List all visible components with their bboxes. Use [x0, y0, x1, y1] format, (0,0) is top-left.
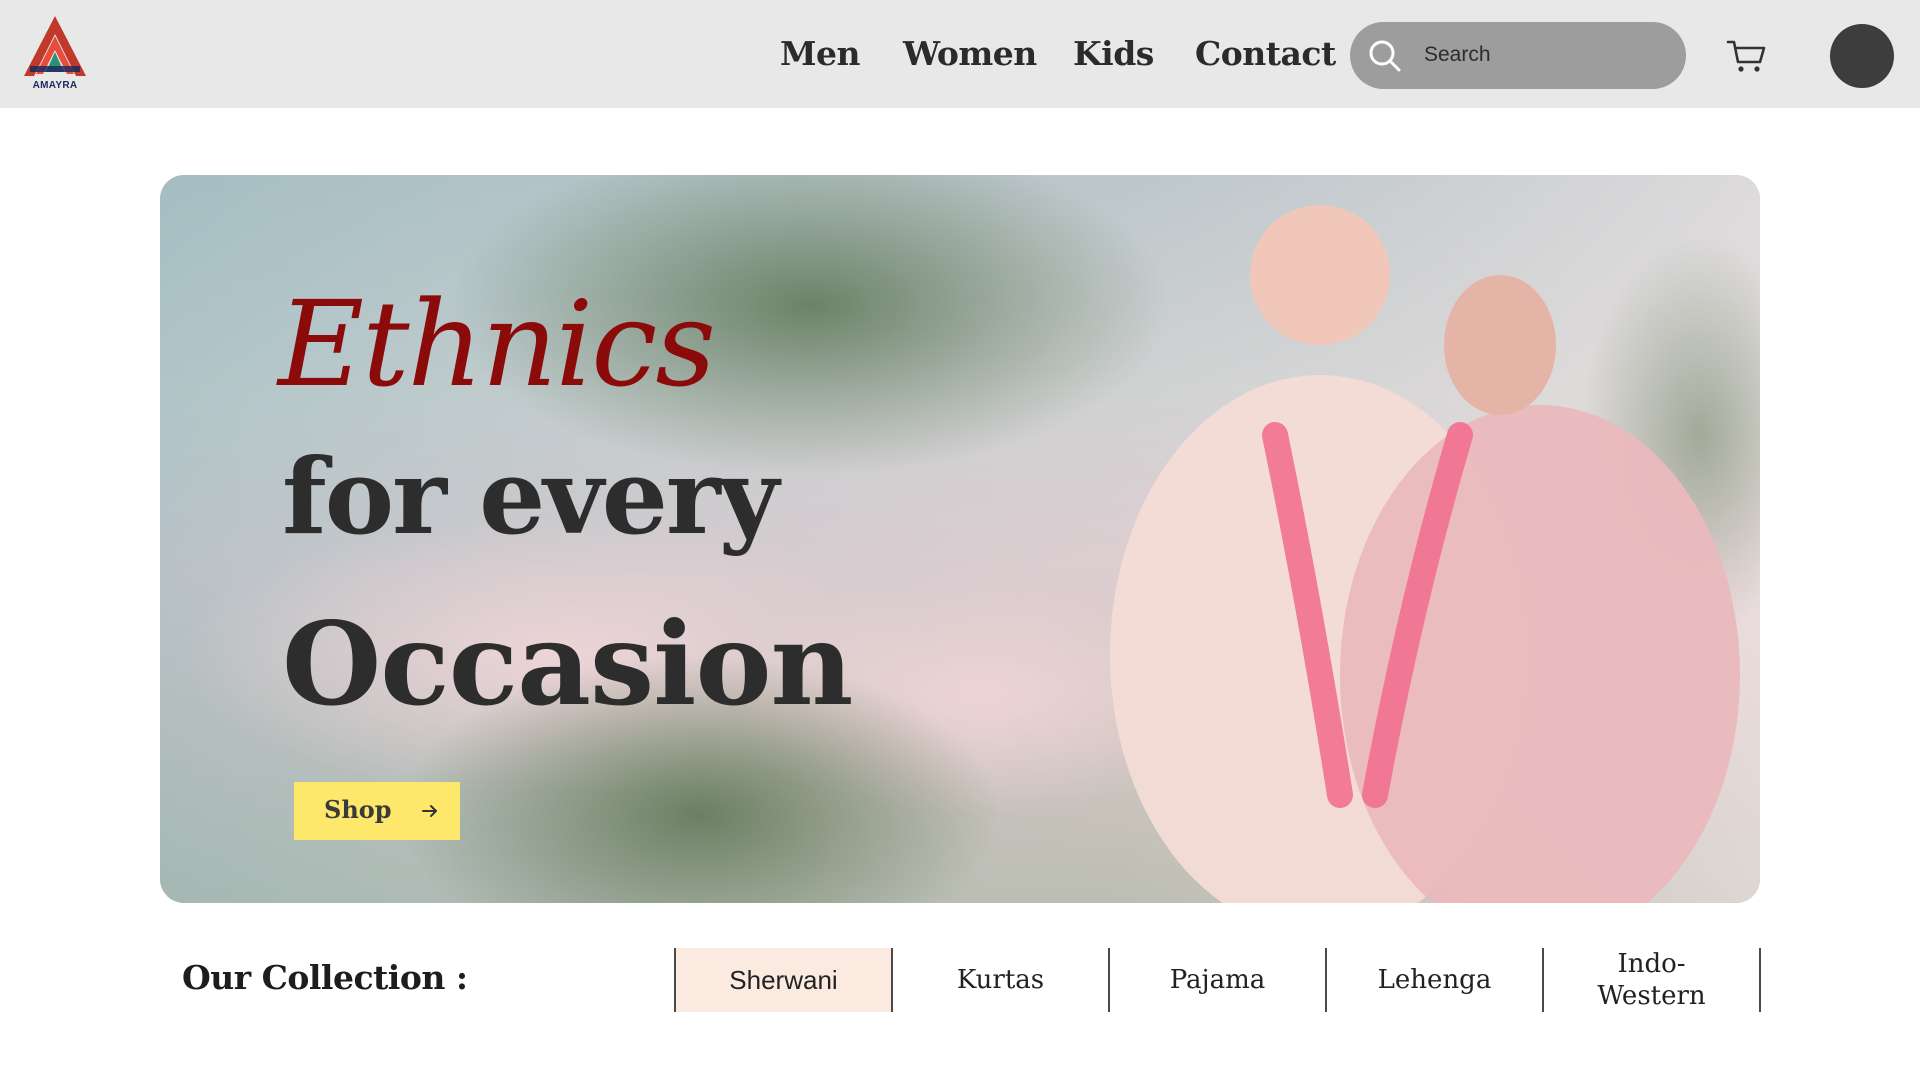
tab-sherwani[interactable]: Sherwani — [674, 948, 891, 1012]
hero-title-line-3: Occasion — [282, 597, 853, 731]
hero-banner: Ethnics for every Occasion Shop — [160, 175, 1760, 903]
search-icon[interactable] — [1368, 39, 1402, 73]
tab-pajama[interactable]: Pajama — [1108, 948, 1325, 1012]
arrow-right-icon — [422, 805, 437, 817]
shop-button-label: Shop — [324, 795, 392, 824]
nav-contact[interactable]: Contact — [1195, 34, 1336, 73]
brand-name: AMAYRA — [32, 80, 78, 91]
tab-lehenga[interactable]: Lehenga — [1325, 948, 1542, 1012]
user-avatar[interactable] — [1830, 24, 1894, 88]
shop-button[interactable]: Shop — [294, 782, 460, 840]
nav-men[interactable]: Men — [780, 34, 861, 73]
top-header: AMAYRA Men Women Kids Contact — [0, 0, 1920, 108]
nav-kids[interactable]: Kids — [1073, 34, 1154, 73]
cart-icon[interactable] — [1726, 38, 1766, 74]
search-input[interactable] — [1424, 38, 1664, 72]
nav-women[interactable]: Women — [903, 34, 1037, 73]
tab-indo-western[interactable]: Indo- Western — [1542, 948, 1759, 1012]
search-bar[interactable] — [1350, 22, 1686, 89]
tabs-end-divider — [1759, 948, 1761, 1012]
hero-title-line-2: for every — [282, 435, 779, 558]
logo-mark-icon — [24, 16, 86, 76]
hero-script-title: Ethnics — [278, 275, 716, 413]
collection-title: Our Collection : — [182, 958, 468, 997]
brand-logo[interactable]: AMAYRA — [22, 14, 88, 96]
collection-tabs: Sherwani Kurtas Pajama Lehenga Indo- Wes… — [674, 948, 1761, 1012]
tab-kurtas[interactable]: Kurtas — [891, 948, 1108, 1012]
